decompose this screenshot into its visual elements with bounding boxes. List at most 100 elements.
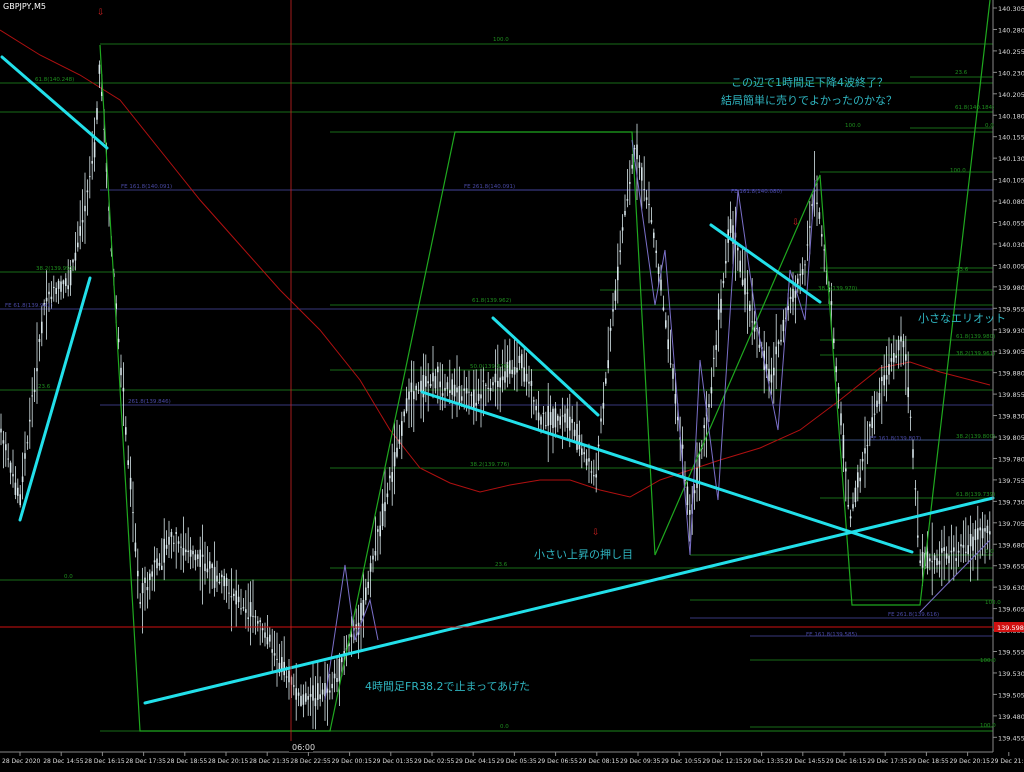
candle-body <box>26 442 29 444</box>
candle-body <box>425 376 427 387</box>
candle-body <box>367 581 369 589</box>
candle-body <box>919 560 921 563</box>
candle-body <box>180 546 182 548</box>
candle-body <box>873 413 876 415</box>
time-tick-label: 29 Dec 17:35 <box>867 758 908 765</box>
candle-body <box>885 375 888 380</box>
candle-body <box>833 338 835 344</box>
candle-body <box>197 554 199 559</box>
candle-body <box>125 427 127 435</box>
candle-body <box>221 574 223 578</box>
candle-body <box>141 583 144 594</box>
candle-body <box>540 416 542 425</box>
annotation-wave4: この辺で1時間足下降4波終了？ <box>731 76 888 89</box>
candle-body <box>823 249 825 251</box>
time-tick-label: 29 Dec 05:35 <box>496 758 537 765</box>
candle-body <box>871 417 873 429</box>
candle-body <box>252 615 254 617</box>
time-tick-label: 29 Dec 20:15 <box>950 758 991 765</box>
candle-body <box>480 394 482 399</box>
candle-body <box>137 570 139 577</box>
time-tick-label: 28 Dec 18:55 <box>167 758 208 765</box>
candle-body <box>631 164 633 169</box>
candle-body <box>549 412 552 426</box>
fib-level-label: 261.8(139.846) <box>128 399 171 405</box>
candle-body <box>350 634 353 638</box>
candle-body <box>957 550 960 553</box>
candle-body <box>746 292 749 294</box>
candle-body <box>672 368 674 379</box>
fib-level-label: FE 161.8(140.091) <box>121 184 172 190</box>
candle-body <box>369 563 372 572</box>
candle-body <box>362 600 365 616</box>
candle-body <box>821 234 823 237</box>
chart-canvas[interactable]: ⇩ ⇩ ⇩ 140.305 140.280 140.255 140.230 140.205 1… <box>0 0 1024 768</box>
candle-body <box>849 516 852 519</box>
price-chart[interactable]: ⇩ ⇩ ⇩ 140.305 140.280 140.255 140.230 140.205 1… <box>0 0 1024 768</box>
price-tick-label: 140.180 <box>998 112 1024 120</box>
candle-body <box>300 695 302 706</box>
candle-body <box>895 355 897 358</box>
fib-level-label: 61.8(140.248) <box>35 77 74 83</box>
candle-body <box>249 602 252 617</box>
candle-body <box>0 428 2 433</box>
candle-body <box>276 658 278 660</box>
candle-body <box>554 408 557 428</box>
candle-body <box>72 259 74 263</box>
candle-body <box>213 566 216 588</box>
candle-body <box>722 280 725 284</box>
time-tick-label: 29 Dec 13:35 <box>744 758 785 765</box>
candle-body <box>900 336 902 342</box>
candle-body <box>74 252 77 261</box>
candle-body <box>518 355 521 364</box>
candle-body <box>989 531 991 535</box>
candle-body <box>511 369 513 375</box>
candle-body <box>245 609 247 613</box>
candle-body <box>715 344 717 350</box>
candle-body <box>629 182 631 184</box>
candle-body <box>302 694 305 705</box>
time-tick-label: 29 Dec 01:35 <box>373 758 414 765</box>
symbol-timeframe-label: GBPJPY,M5 <box>3 2 46 11</box>
candle-body <box>984 528 986 532</box>
candle-body <box>621 227 624 231</box>
candle-body <box>809 226 811 228</box>
candle-body <box>837 387 840 394</box>
fib-level-label: 23.6 <box>956 267 969 273</box>
candle-body <box>840 413 842 426</box>
candle-body <box>341 657 343 663</box>
candle-body <box>223 576 225 587</box>
candle-body <box>477 393 480 401</box>
candle-body <box>86 190 89 193</box>
fib-level-label: 23.6 <box>955 70 968 76</box>
candle-body <box>713 357 715 359</box>
candle-body <box>619 250 621 253</box>
fib-level-label: 61.8(139.739) <box>956 492 995 498</box>
price-tick-label: 140.230 <box>998 69 1024 77</box>
candle-body <box>355 624 357 629</box>
candle-body <box>717 309 720 320</box>
candle-body <box>170 532 173 537</box>
candle-body <box>132 512 134 514</box>
candle-body <box>487 387 489 389</box>
candle-body <box>857 472 859 488</box>
candle-body <box>614 290 617 301</box>
candle-body <box>225 577 228 587</box>
time-tick-label: 29 Dec 08:15 <box>579 758 620 765</box>
candle-body <box>804 264 806 266</box>
candle-body <box>921 551 924 568</box>
time-tick-label: 29 Dec 18:55 <box>908 758 949 765</box>
candle-body <box>912 449 914 458</box>
candle-body <box>247 617 249 619</box>
candle-body <box>780 339 782 342</box>
price-tick-label: 140.155 <box>998 134 1024 142</box>
fib-level-label: 0.0 <box>64 574 73 580</box>
price-tick-label: 139.830 <box>998 413 1024 421</box>
candle-body <box>216 575 218 582</box>
candle-body <box>566 408 569 428</box>
candle-body <box>782 319 785 332</box>
candle-body <box>590 471 593 473</box>
fib-level-label: 0.0 <box>985 123 994 129</box>
candle-body <box>53 286 55 288</box>
candle-body <box>48 291 50 295</box>
